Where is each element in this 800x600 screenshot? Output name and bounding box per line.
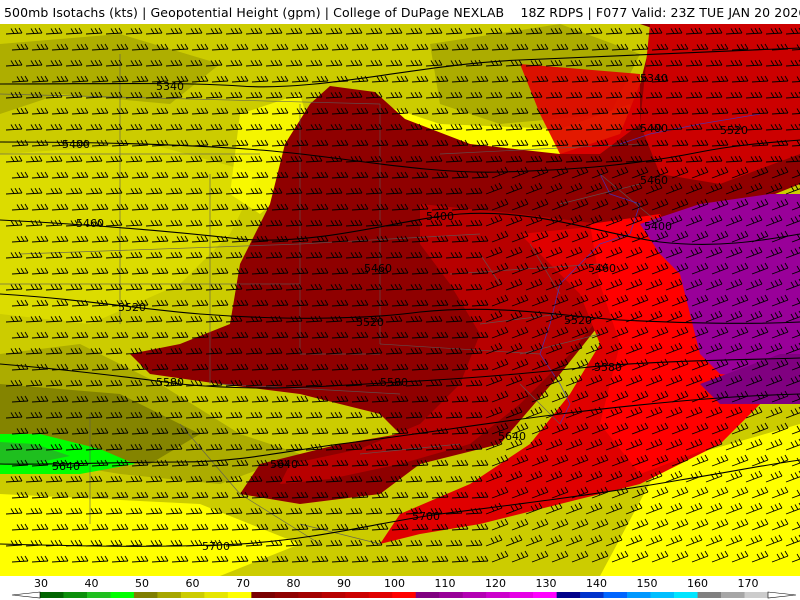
legend-arrow-left	[11, 591, 41, 599]
legend-tick-label: 110	[435, 577, 456, 590]
legend-tick-label: 140	[586, 577, 607, 590]
legend-swatch	[227, 592, 252, 598]
legend-swatch	[251, 592, 276, 598]
legend-swatch	[133, 592, 158, 598]
contour-label: 5640	[498, 430, 526, 443]
isotach-legend: 30 40 50 60 70 80 90 100 110 120 130 140 150 160 170	[0, 576, 800, 600]
legend-swatch	[274, 592, 299, 598]
legend-arrow-right	[767, 591, 797, 599]
legend-swatch	[509, 592, 534, 598]
legend-swatch	[556, 592, 581, 598]
contour-label: 5460	[364, 262, 392, 275]
legend-swatch	[744, 592, 769, 598]
legend-swatch	[415, 592, 440, 598]
contour-label: 5640	[52, 460, 80, 473]
legend-tick-label: 60	[186, 577, 200, 590]
legend-tick-label: 50	[135, 577, 149, 590]
legend-swatch	[627, 592, 651, 598]
contour-label: 5400	[644, 220, 672, 233]
legend-swatch	[697, 592, 722, 598]
contour-label: 5580	[594, 361, 622, 374]
legend-swatch	[368, 592, 393, 598]
legend-swatch	[63, 592, 88, 598]
legend-swatch	[721, 592, 745, 598]
contour-label: 5520	[720, 124, 748, 137]
map-title: 500mb Isotachs (kts) | Geopotential Heig…	[4, 5, 800, 20]
legend-colorbar: 30 40 50 60 70 80 90 100 110 120 130 140 150 160 170	[11, 577, 797, 599]
contour-label: 5460	[76, 217, 104, 230]
legend-swatch	[321, 592, 346, 598]
contour-label: 5520	[356, 316, 384, 329]
isotach-fill-110	[640, 24, 800, 184]
legend-swatch	[486, 592, 510, 598]
contour-label: 5580	[380, 376, 408, 389]
contour-label: 5580	[156, 376, 184, 389]
legend-swatch	[462, 592, 487, 598]
contour-label: 5400	[62, 138, 90, 151]
legend-swatch	[533, 592, 557, 598]
legend-tick-label: 30	[34, 577, 48, 590]
legend-tick-label: 120	[485, 577, 506, 590]
legend-swatch	[204, 592, 229, 598]
contour-label: 5340	[640, 72, 668, 85]
map-area: 5340 5400 5460 5520 5580 5640 5640 5700 …	[0, 24, 800, 576]
legend-tick-label: 150	[637, 577, 658, 590]
legend-tick-label: 130	[536, 577, 557, 590]
legend-swatch	[86, 592, 111, 598]
title-bar: 500mb Isotachs (kts) | Geopotential Heig…	[0, 0, 800, 24]
legend-swatch	[157, 592, 182, 598]
contour-label: 5340	[156, 80, 184, 93]
legend-swatch	[439, 592, 464, 598]
legend-swatch	[40, 592, 64, 598]
legend-tick-label: 70	[236, 577, 250, 590]
contour-label: 5700	[412, 510, 440, 523]
legend-swatch	[650, 592, 675, 598]
legend-swatch	[345, 592, 370, 598]
contour-label: 5640	[270, 458, 298, 471]
legend-swatch	[180, 592, 205, 598]
legend-tick-label: 160	[687, 577, 708, 590]
contour-label: 5400	[426, 210, 454, 223]
legend-tick-label: 80	[287, 577, 301, 590]
contour-label: 5460	[588, 262, 616, 275]
contour-label: 5700	[202, 540, 230, 553]
contour-label: 5520	[564, 314, 592, 327]
legend-swatch	[580, 592, 604, 598]
legend-swatch	[298, 592, 323, 598]
legend-tick-label: 40	[85, 577, 99, 590]
contour-label: 5400	[640, 122, 668, 135]
legend-swatch	[392, 592, 417, 598]
map-canvas: 5340 5400 5460 5520 5580 5640 5640 5700 …	[0, 24, 800, 576]
legend-swatch	[674, 592, 698, 598]
legend-swatch	[603, 592, 628, 598]
contour-label: 5520	[118, 301, 146, 314]
legend-tick-label: 100	[384, 577, 405, 590]
contour-label: 5460	[640, 174, 668, 187]
legend-swatch	[110, 592, 135, 598]
legend-tick-label: 90	[337, 577, 351, 590]
legend-tick-label: 170	[738, 577, 759, 590]
